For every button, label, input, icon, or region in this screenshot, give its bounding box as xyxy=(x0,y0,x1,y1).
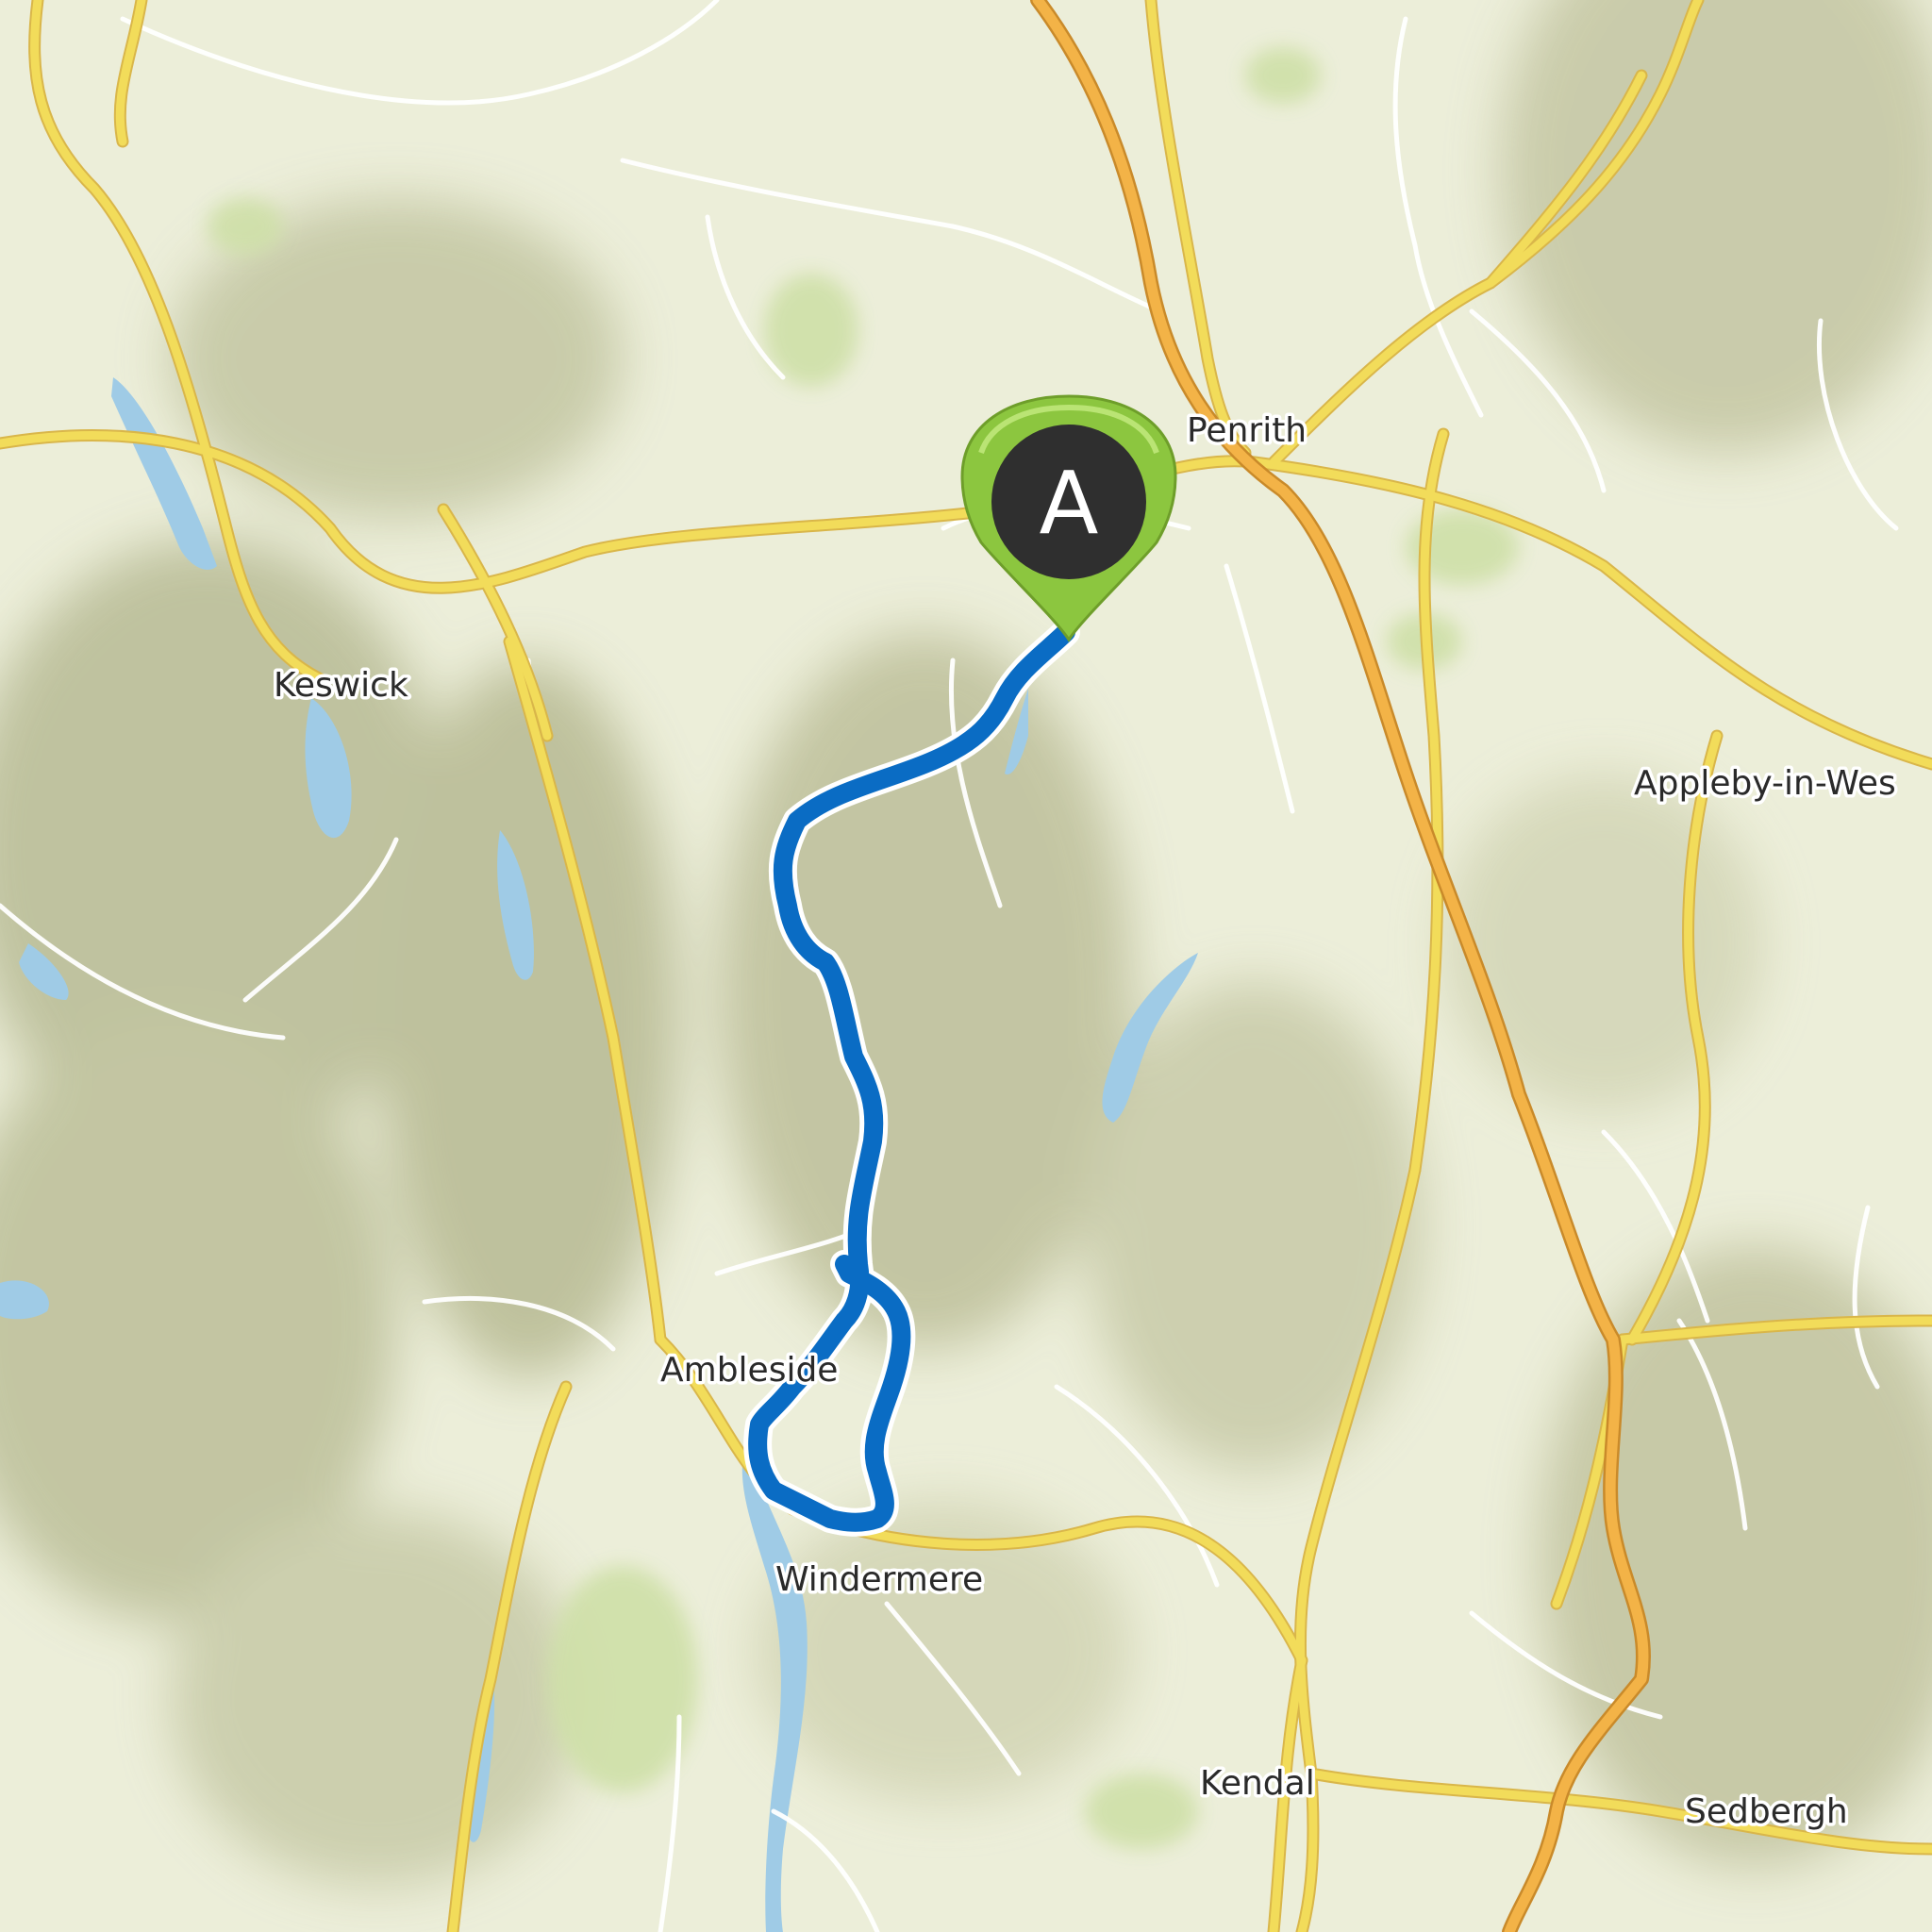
map-canvas[interactable]: Penrith Keswick Appleby-in-Wes Ambleside… xyxy=(0,0,1932,1932)
place-label-penrith[interactable]: Penrith xyxy=(1184,408,1310,454)
place-label-appleby[interactable]: Appleby-in-Wes xyxy=(1631,761,1900,807)
place-label-kendal[interactable]: Kendal xyxy=(1197,1761,1319,1807)
place-label-windermere[interactable]: Windermere xyxy=(773,1557,987,1603)
place-label-ambleside[interactable]: Ambleside xyxy=(658,1348,841,1393)
start-marker-label: A xyxy=(1040,453,1099,554)
place-label-keswick[interactable]: Keswick xyxy=(271,663,412,708)
place-label-sedbergh[interactable]: Sedbergh xyxy=(1682,1790,1852,1835)
